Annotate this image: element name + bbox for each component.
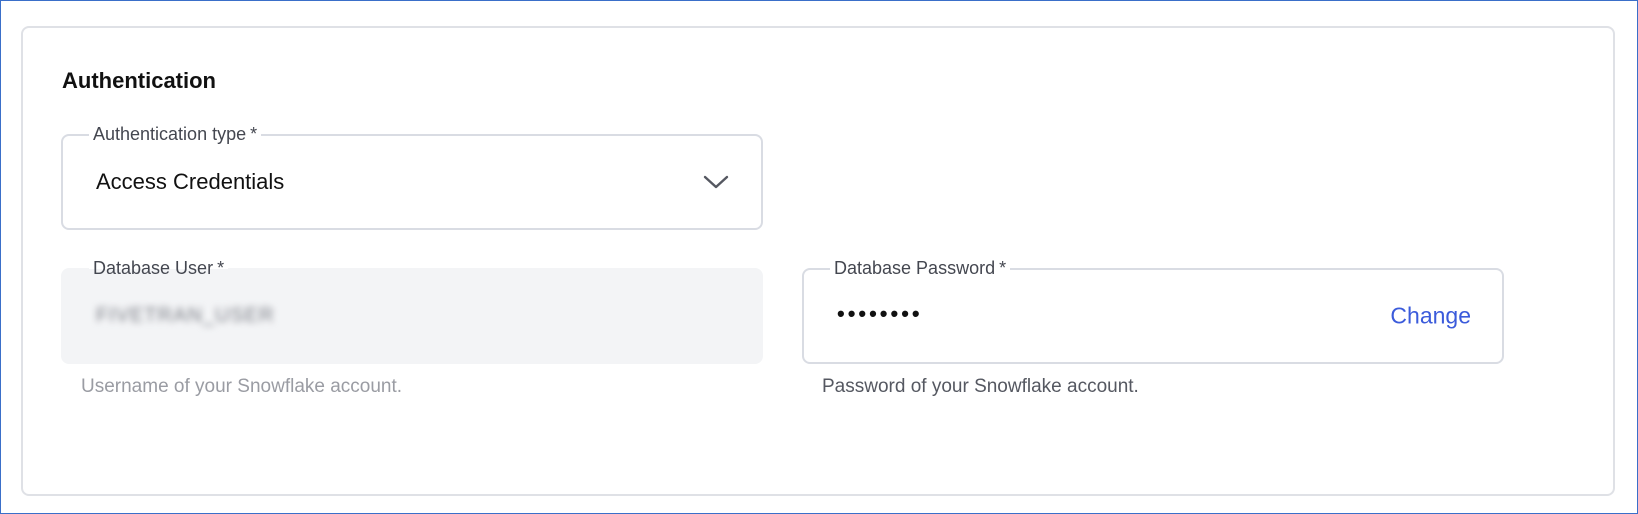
database-password-field[interactable]: Database Password * •••••••• Change: [802, 257, 1504, 364]
authentication-type-label-text: Authentication type: [93, 124, 247, 144]
authentication-card: [21, 26, 1615, 496]
required-mark: *: [217, 258, 225, 278]
authentication-type-value: Access Credentials: [96, 169, 285, 194]
database-user-field: Database User * FIVETRAN_USER: [61, 257, 763, 364]
database-user-label-text: Database User: [93, 258, 214, 278]
chevron-down-icon[interactable]: [703, 174, 729, 190]
required-mark: *: [999, 258, 1007, 278]
database-password-helper: Password of your Snowflake account.: [822, 376, 1139, 397]
database-user-value: FIVETRAN_USER: [96, 304, 275, 327]
section-title: Authentication: [62, 68, 216, 93]
required-mark: *: [250, 124, 258, 144]
database-password-value: ••••••••: [837, 301, 923, 327]
database-password-label: Database Password *: [830, 257, 1011, 279]
database-password-label-text: Database Password: [834, 258, 996, 278]
authentication-type-select[interactable]: Authentication type * Access Credentials: [61, 123, 763, 230]
database-user-helper: Username of your Snowflake account.: [81, 376, 403, 397]
database-user-label: Database User *: [89, 257, 229, 279]
authentication-type-label: Authentication type *: [89, 123, 262, 145]
change-password-button[interactable]: Change: [1390, 303, 1471, 330]
